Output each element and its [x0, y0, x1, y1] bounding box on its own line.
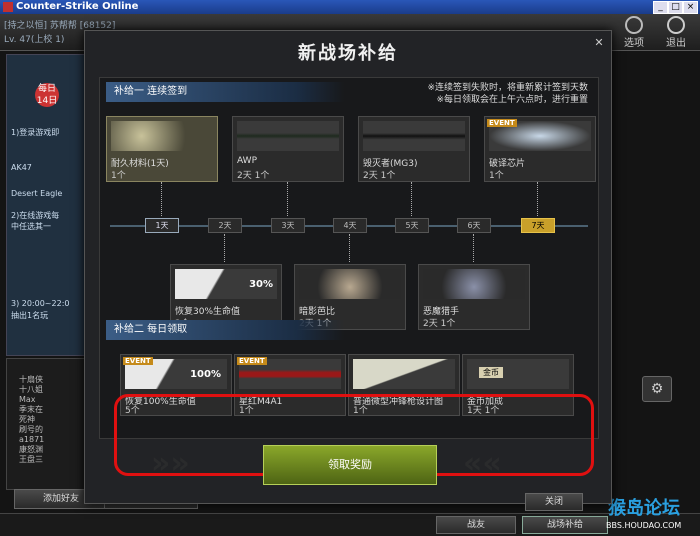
event-line: 1)登录游戏即	[11, 128, 60, 137]
connector	[287, 182, 288, 216]
day-marker: 7天	[521, 218, 555, 233]
supply-panel: 补给一 连续签到 ※连续签到失败时，将重新累计签到天数 ※每日领取会在上午六点时…	[99, 77, 599, 476]
reward-count: 1个	[111, 171, 126, 181]
day-marker: 5天	[395, 218, 429, 233]
dialog-title: 新战场补给	[298, 43, 398, 64]
supply-dialog: 新战场补给 ✕ 补给一 连续签到 ※连续签到失败时，将重新累计签到天数 ※每日领…	[84, 30, 612, 511]
player-level: Lv. 47(上校 1)	[4, 35, 65, 45]
reward-card[interactable]: 耐久材料(1天) 1个	[106, 116, 218, 182]
daily-badge: 每日14日	[35, 83, 59, 107]
gear-material-icon	[111, 121, 213, 151]
reward-count: 2天 1个	[237, 171, 270, 181]
chevron-right-icon: »»	[151, 446, 190, 481]
close-window-button[interactable]: ×	[683, 1, 698, 14]
watermark-logo: 猴岛论坛	[608, 498, 680, 519]
options-label: 选项	[624, 38, 644, 49]
note-line: ※连续签到失败时，将重新累计签到天数	[427, 83, 588, 93]
app-icon	[3, 2, 13, 12]
connector	[537, 182, 538, 216]
character-portrait	[299, 269, 401, 299]
exit-button[interactable]: 退出	[656, 16, 696, 49]
creature-portrait	[423, 269, 525, 299]
event-badge: EVENT	[487, 119, 517, 127]
battle-friend-button[interactable]: 战友	[436, 516, 516, 534]
settings-gear-icon[interactable]: ⚙	[642, 376, 672, 402]
window-title: Counter-Strike Online	[16, 1, 139, 12]
reward-card[interactable]: 毁灭者(MG3) 2天 1个	[358, 116, 470, 182]
hp-label: 30%	[249, 279, 273, 290]
day-marker: 3天	[271, 218, 305, 233]
window-titlebar: Counter-Strike Online _ □ ×	[0, 0, 700, 14]
note-line: ※每日领取会在上午六点时，进行重置	[436, 95, 588, 105]
minimize-button[interactable]: _	[653, 1, 668, 14]
rules-notes: ※连续签到失败时，将重新累计签到天数 ※每日领取会在上午六点时，进行重置	[427, 82, 588, 106]
section-daily-header: 补给二 每日领取	[106, 320, 344, 340]
day-marker: 1天	[145, 218, 179, 233]
event-line: 中任选其一	[11, 222, 51, 231]
event-line: Desert Eagle	[11, 189, 63, 198]
blueprint-icon	[353, 359, 455, 389]
gear-icon	[625, 16, 643, 34]
event-badge: EVENT	[123, 357, 153, 365]
bottom-bar: 战友 战场补给 猴岛论坛 BBS.HOUDAO.COM	[0, 498, 700, 536]
chevron-left-icon: ««	[463, 446, 502, 481]
reward-count: 2天 1个	[423, 319, 456, 329]
day-marker: 6天	[457, 218, 491, 233]
event-line: 抽出1名玩	[11, 311, 49, 320]
battle-supply-button[interactable]: 战场补给	[522, 516, 608, 534]
reward-count: 2天 1个	[363, 171, 396, 181]
reward-card[interactable]: EVENT 破译芯片 1个	[484, 116, 596, 182]
reward-name: AWP	[237, 156, 257, 166]
connector	[161, 182, 162, 216]
exit-label: 退出	[666, 38, 686, 49]
day-marker: 2天	[208, 218, 242, 233]
event-line: 2)在线游戏每	[11, 211, 60, 220]
reward-card[interactable]: 恶魔猎手 2天 1个	[418, 264, 530, 330]
close-button[interactable]: 关闭	[525, 493, 583, 511]
maximize-button[interactable]: □	[668, 1, 683, 14]
event-badge: EVENT	[237, 357, 267, 365]
machine-gun-icon	[363, 121, 465, 151]
day-marker: 4天	[333, 218, 367, 233]
options-button[interactable]: 选项	[614, 16, 654, 49]
section-streak-header: 补给一 连续签到	[106, 82, 344, 102]
connector	[411, 182, 412, 216]
power-icon	[667, 16, 685, 34]
claim-reward-button[interactable]: 领取奖励	[263, 445, 437, 485]
connector	[224, 234, 225, 262]
watermark-url: BBS.HOUDAO.COM	[606, 521, 682, 530]
rifle-icon	[237, 121, 339, 151]
hp-label: 100%	[190, 369, 221, 380]
coin-label: 金币	[479, 367, 503, 378]
event-line: AK47	[11, 163, 32, 172]
close-icon[interactable]: ✕	[593, 37, 605, 49]
connector	[349, 234, 350, 262]
reward-card[interactable]: AWP 2天 1个	[232, 116, 344, 182]
connector	[473, 234, 474, 262]
reward-count: 1个	[489, 171, 504, 181]
event-line: 3) 20:00~22:0	[11, 299, 70, 308]
